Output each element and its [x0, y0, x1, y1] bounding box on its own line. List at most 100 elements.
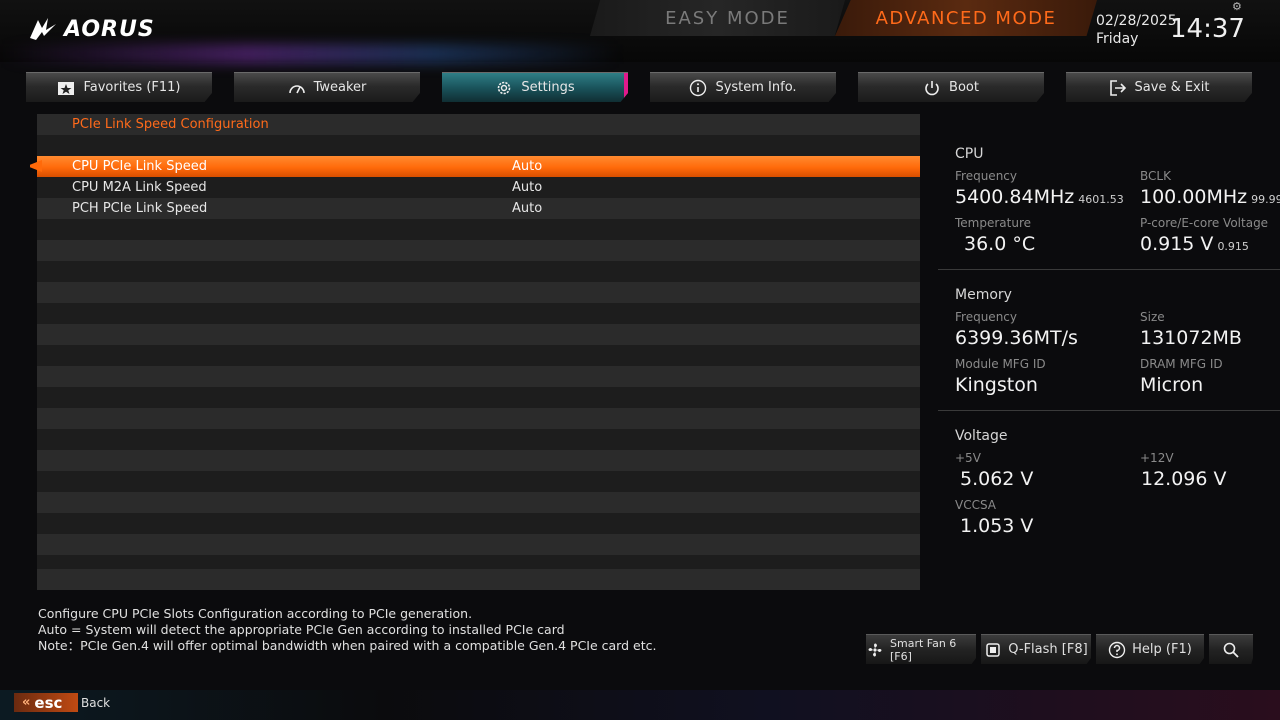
- help-line: Auto = System will detect the appropriat…: [38, 622, 565, 637]
- smart-fan-label: Smart Fan 6 [F6]: [890, 636, 957, 663]
- star-folder-icon: [57, 79, 75, 97]
- empty-row: [37, 261, 920, 282]
- cpu-frequency: 5400.84MHz: [955, 186, 1075, 208]
- empty-row: [37, 450, 920, 471]
- tab-label: Settings: [521, 80, 575, 95]
- eagle-icon: [30, 18, 56, 40]
- empty-row: [37, 569, 920, 590]
- vccsa-label: VCCSA: [955, 498, 997, 512]
- esc-back-button[interactable]: « esc: [14, 693, 78, 712]
- tab-label: Boot: [949, 80, 979, 95]
- double-chevron-left-icon: «: [22, 695, 31, 710]
- empty-row: [37, 513, 920, 534]
- tab-label: Tweaker: [313, 80, 367, 95]
- empty-row: [37, 471, 920, 492]
- memory-title: Memory: [955, 287, 1012, 303]
- tab-boot[interactable]: Boot: [858, 72, 1044, 102]
- chip-icon: [984, 641, 1002, 659]
- easy-mode-label: EASY MODE: [665, 7, 790, 29]
- vccsa-value: 1.053 V: [960, 515, 1034, 537]
- tab-settings[interactable]: Settings: [442, 72, 628, 102]
- top-bar-glow: [0, 44, 620, 64]
- core-voltage-sub: 0.915: [1217, 240, 1249, 253]
- empty-row: [37, 324, 920, 345]
- tab-label: Favorites (F11): [83, 80, 181, 95]
- empty-row: [37, 534, 920, 555]
- list-spacer: [37, 135, 920, 156]
- v12-value: 12.096 V: [1141, 468, 1227, 490]
- cpu-frequency-sub: 4601.53: [1078, 193, 1124, 206]
- module-mfg-label: Module MFG ID: [955, 357, 1046, 371]
- search-button[interactable]: [1209, 634, 1253, 664]
- tab-system-info[interactable]: System Info.: [650, 72, 836, 102]
- bclk-value: 100.00MHz 99.99: [1140, 186, 1280, 208]
- tab-save-exit[interactable]: Save & Exit: [1066, 72, 1252, 102]
- bclk: 100.00MHz: [1140, 186, 1248, 208]
- empty-row: [37, 303, 920, 324]
- help-button[interactable]: Help (F1): [1096, 634, 1204, 664]
- help-description: Configure CPU PCIe Slots Configuration a…: [38, 606, 656, 654]
- tab-tweaker[interactable]: Tweaker: [234, 72, 420, 102]
- help-line: Configure CPU PCIe Slots Configuration a…: [38, 606, 473, 621]
- esc-label: esc: [34, 693, 63, 712]
- advanced-mode-label: ADVANCED MODE: [875, 7, 1057, 29]
- help-label: Help (F1): [1132, 642, 1192, 657]
- empty-row: [37, 345, 920, 366]
- empty-row: [37, 492, 920, 513]
- empty-row: [37, 219, 920, 240]
- cpu-temperature-label: Temperature: [955, 216, 1032, 230]
- smart-fan-button[interactable]: Smart Fan 6 [F6]: [866, 634, 976, 664]
- setting-row-pch-pcie-link-speed[interactable]: PCH PCIe Link Speed Auto: [37, 198, 920, 219]
- setting-value[interactable]: Auto: [512, 177, 542, 198]
- aorus-logo: AORUS: [28, 14, 155, 44]
- empty-row: [37, 282, 920, 303]
- dram-mfg-label: DRAM MFG ID: [1140, 357, 1223, 371]
- empty-row: [37, 240, 920, 261]
- section-divider: [938, 269, 1280, 270]
- core-voltage-label: P-core/E-core Voltage: [1140, 216, 1269, 230]
- settings-gear-icon[interactable]: ⚙: [1232, 0, 1244, 13]
- setting-value[interactable]: Auto: [512, 156, 542, 177]
- core-voltage: 0.915 V: [1140, 233, 1214, 255]
- exit-icon: [1109, 79, 1127, 97]
- setting-label: CPU M2A Link Speed: [72, 180, 207, 195]
- qflash-button[interactable]: Q-Flash [F8]: [981, 634, 1091, 664]
- main-tabs: Favorites (F11) Tweaker Settings System …: [26, 72, 1256, 102]
- setting-label: PCH PCIe Link Speed: [72, 201, 208, 216]
- qflash-label: Q-Flash [F8]: [1008, 642, 1088, 657]
- empty-row: [37, 408, 920, 429]
- date-text: 02/28/2025: [1096, 13, 1177, 29]
- voltage-title: Voltage: [955, 428, 1008, 444]
- bottom-decor-strip: [0, 690, 1280, 720]
- section-header: PCIe Link Speed Configuration: [37, 114, 920, 135]
- back-label[interactable]: Back: [81, 696, 110, 710]
- v5-label: +5V: [955, 451, 981, 465]
- bclk-sub: 99.99: [1251, 193, 1280, 206]
- setting-row-cpu-m2a-link-speed[interactable]: CPU M2A Link Speed Auto: [37, 177, 920, 198]
- help-icon: [1108, 641, 1126, 659]
- tab-label: Save & Exit: [1134, 80, 1210, 95]
- empty-row: [37, 366, 920, 387]
- memory-size-label: Size: [1140, 310, 1165, 324]
- setting-value[interactable]: Auto: [512, 198, 542, 219]
- gear-icon: [495, 79, 513, 97]
- section-header-label: PCIe Link Speed Configuration: [72, 117, 269, 132]
- advanced-mode-button[interactable]: ADVANCED MODE: [835, 0, 1097, 36]
- power-icon: [923, 79, 941, 97]
- dram-mfg: Micron: [1140, 374, 1204, 396]
- memory-size: 131072MB: [1140, 327, 1242, 349]
- cpu-title: CPU: [955, 146, 984, 162]
- module-mfg: Kingston: [955, 374, 1038, 396]
- section-divider: [938, 410, 1280, 411]
- setting-label: CPU PCIe Link Speed: [72, 159, 207, 174]
- day-text: Friday: [1096, 31, 1139, 47]
- fan-icon: [866, 641, 884, 659]
- search-icon: [1222, 641, 1240, 659]
- tab-favorites[interactable]: Favorites (F11): [26, 72, 212, 102]
- bclk-label: BCLK: [1140, 169, 1171, 183]
- clock: 14:37: [1170, 14, 1245, 44]
- easy-mode-button[interactable]: EASY MODE: [590, 0, 845, 36]
- setting-row-cpu-pcie-link-speed[interactable]: CPU PCIe Link Speed Auto: [37, 156, 920, 177]
- core-voltage-value: 0.915 V 0.915: [1140, 233, 1249, 255]
- empty-row: [37, 387, 920, 408]
